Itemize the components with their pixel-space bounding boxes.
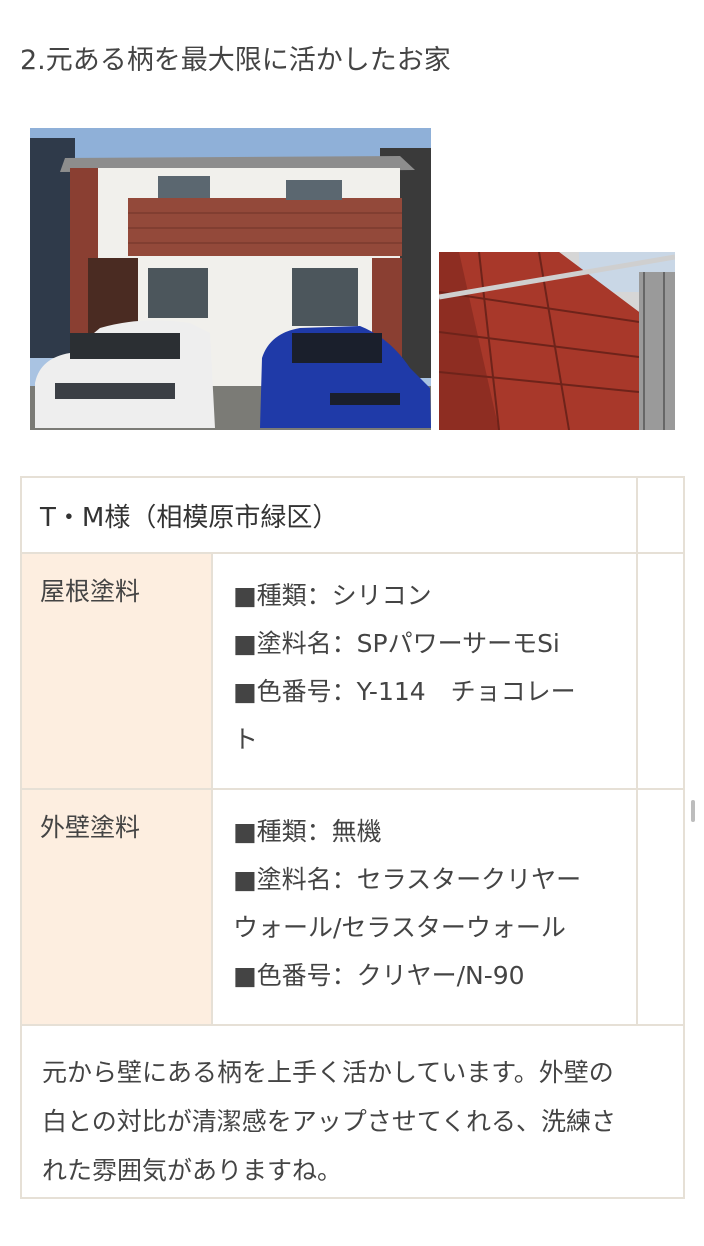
- customer-title: T・M様（相模原市緑区）: [19, 476, 639, 554]
- table-title-row: T・M様（相模原市緑区）: [19, 476, 686, 554]
- wall-paint-label: 外壁塗料: [20, 788, 213, 1026]
- table-row: 屋根塗料 ■種類：シリコン ■塗料名：SPパワーサーモSi ■色番号：Y-114…: [20, 552, 686, 790]
- roof-closeup-photo: [439, 252, 675, 430]
- wall-type: ■種類：無機: [233, 817, 382, 846]
- note-line: 白との対比が清潔感をアップさせてくれる、洗練さ: [42, 1107, 617, 1136]
- painting-spec-table: T・M様（相模原市緑区） 屋根塗料 ■種類：シリコン ■塗料名：SPパワーサーモ…: [19, 476, 686, 1199]
- wall-paint-name: ■塗料名：セラスタークリヤー: [233, 865, 582, 894]
- wall-paint-name-cont: ウォール/セラスターウォール: [233, 913, 566, 942]
- note-line: 元から壁にある柄を上手く活かしています。外壁の: [42, 1058, 614, 1087]
- section-heading: 2.元ある柄を最大限に活かしたお家: [20, 45, 451, 76]
- table-note-row: 元から壁にある柄を上手く活かしています。外壁の 白との対比が清潔感をアップさせて…: [19, 1024, 686, 1199]
- house-exterior-photo: [30, 128, 431, 430]
- roof-paint-details: ■種類：シリコン ■塗料名：SPパワーサーモSi ■色番号：Y-114 チョコレ…: [210, 552, 639, 790]
- note-text: 元から壁にある柄を上手く活かしています。外壁の 白との対比が清潔感をアップさせて…: [19, 1024, 686, 1199]
- table-row: 外壁塗料 ■種類：無機 ■塗料名：セラスタークリヤー ウォール/セラスターウォー…: [20, 788, 686, 1026]
- roof-paint-name: ■塗料名：SPパワーサーモSi: [233, 629, 560, 658]
- roof-color-code: ■色番号：Y-114 チョコレー: [233, 677, 576, 706]
- roof-color-code-cont: ト: [233, 725, 259, 754]
- roof-paint-label: 屋根塗料: [20, 552, 213, 790]
- wall-color-code: ■色番号：クリヤー/N-90: [233, 961, 525, 990]
- wall-paint-details: ■種類：無機 ■塗料名：セラスタークリヤー ウォール/セラスターウォール ■色番…: [210, 788, 639, 1026]
- empty-cell: [636, 476, 686, 554]
- roof-type: ■種類：シリコン: [233, 581, 432, 610]
- empty-cell: [636, 552, 686, 790]
- note-line: れた雰囲気がありますね。: [42, 1156, 343, 1185]
- empty-cell: [636, 788, 686, 1026]
- scrollbar[interactable]: [691, 800, 695, 822]
